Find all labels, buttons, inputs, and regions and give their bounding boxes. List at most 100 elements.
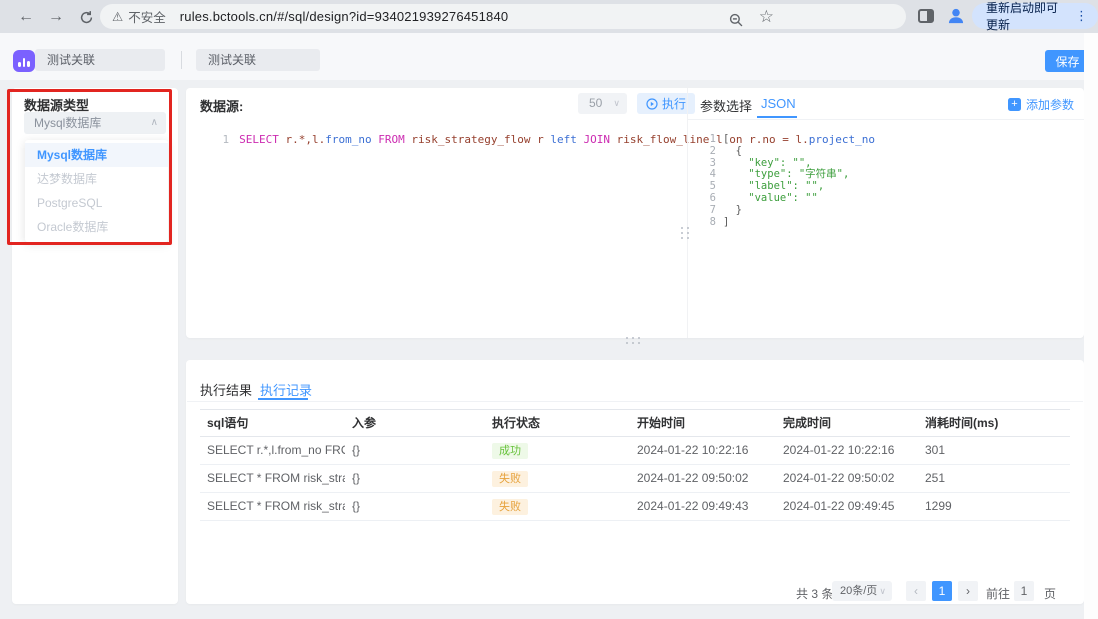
sql-token: from_no bbox=[325, 133, 371, 146]
table-row: SELECT * FROM risk_strateg… {} 失败 2024-0… bbox=[200, 465, 1070, 493]
plus-icon: + bbox=[1008, 98, 1021, 111]
sql-token: r.*,l. bbox=[285, 133, 325, 146]
url-text[interactable]: rules.bctools.cn/#/sql/design?id=9340219… bbox=[180, 9, 509, 24]
tab-execution-result[interactable]: 执行结果 bbox=[200, 380, 252, 399]
side-panel-icon[interactable] bbox=[918, 9, 934, 23]
datasource-label: 数据源: bbox=[200, 96, 243, 115]
page-size-select[interactable]: 20条/页 ∨ bbox=[832, 581, 892, 601]
table-row: SELECT r.*,l.from_no FROM r… {} 成功 2024-… bbox=[200, 437, 1070, 465]
browser-toolbar: ← → ⚠ 不安全 rules.bctools.cn/#/sql/design?… bbox=[0, 0, 1098, 33]
play-circle-icon bbox=[646, 98, 658, 110]
profile-avatar[interactable] bbox=[946, 6, 966, 31]
datasource-dropdown: Mysql数据库 达梦数据库 PostgreSQL Oracle数据库 bbox=[25, 140, 168, 242]
panel-splitter bbox=[687, 88, 688, 338]
cell-cost: 1299 bbox=[918, 493, 1070, 520]
tab-param-select[interactable]: 参数选择 bbox=[700, 96, 752, 115]
sql-token: FROM bbox=[372, 133, 412, 146]
add-param-label: 添加参数 bbox=[1026, 96, 1074, 113]
cell-params: {} bbox=[345, 465, 485, 492]
col-end: 完成时间 bbox=[776, 410, 918, 436]
status-badge: 失败 bbox=[492, 499, 528, 515]
status-badge: 失败 bbox=[492, 471, 528, 487]
vertical-resize-handle[interactable] bbox=[681, 227, 689, 239]
flow-name-input-2[interactable]: 测试关联 bbox=[196, 49, 320, 71]
flow-name-input[interactable]: 测试关联 bbox=[35, 49, 165, 71]
dropdown-option-postgresql: PostgreSQL bbox=[25, 191, 168, 215]
header-divider bbox=[181, 51, 182, 69]
tab-bar-border bbox=[688, 119, 1084, 120]
warning-icon: ⚠ bbox=[112, 9, 123, 24]
add-param-button[interactable]: + 添加参数 bbox=[1008, 96, 1074, 113]
col-params: 入参 bbox=[345, 410, 485, 436]
sql-token: SELECT bbox=[239, 133, 285, 146]
horizontal-resize-handle[interactable] bbox=[626, 337, 640, 344]
zoom-icon[interactable] bbox=[729, 13, 744, 33]
cell-start: 2024-01-22 10:22:16 bbox=[630, 437, 776, 464]
cell-cost: 251 bbox=[918, 465, 1070, 492]
sql-token: risk_strategy_flow r bbox=[411, 133, 550, 146]
col-start: 开始时间 bbox=[630, 410, 776, 436]
prev-page-button[interactable]: ‹ bbox=[906, 581, 926, 601]
cell-end: 2024-01-22 09:50:02 bbox=[776, 465, 918, 492]
line-number: 1 bbox=[223, 133, 230, 146]
goto-label: 前往 bbox=[986, 585, 1010, 602]
json-line-text: ] bbox=[723, 217, 729, 229]
screenshot-root: ← → ⚠ 不安全 rules.bctools.cn/#/sql/design?… bbox=[0, 0, 1098, 619]
pagination-total: 共 3 条 bbox=[796, 585, 833, 602]
side-panel-fill bbox=[927, 11, 932, 21]
json-line-number: 7 bbox=[700, 205, 716, 217]
scrollbar-track[interactable] bbox=[1084, 33, 1098, 619]
goto-page-input[interactable]: 1 bbox=[1014, 581, 1034, 601]
reload-icon[interactable] bbox=[74, 5, 98, 29]
chevron-up-icon: ∧ bbox=[151, 112, 158, 134]
app-logo-icon bbox=[13, 50, 35, 72]
json-line-number: 8 bbox=[700, 217, 716, 229]
cell-sql: SELECT r.*,l.from_no FROM r… bbox=[200, 437, 345, 464]
current-page-button[interactable]: 1 bbox=[932, 581, 952, 601]
cell-start: 2024-01-22 09:50:02 bbox=[630, 465, 776, 492]
json-line-number: 6 bbox=[700, 193, 716, 205]
cell-end: 2024-01-22 09:49:45 bbox=[776, 493, 918, 520]
datasource-select[interactable]: Mysql数据库 ∧ bbox=[24, 112, 166, 134]
cell-sql: SELECT * FROM risk_strateg… bbox=[200, 465, 345, 492]
row-limit-value: 50 bbox=[589, 96, 602, 110]
table-row: SELECT * FROM risk_strateg… {} 失败 2024-0… bbox=[200, 493, 1070, 521]
back-icon[interactable]: ← bbox=[14, 5, 38, 29]
result-tab-bar-border bbox=[187, 401, 1083, 402]
sql-token: left bbox=[550, 133, 583, 146]
page-size-value: 20条/页 bbox=[840, 585, 877, 597]
relaunch-update-button[interactable]: 重新启动即可更新 ⋮ bbox=[972, 3, 1098, 29]
row-limit-select[interactable]: 50 ∨ bbox=[578, 93, 627, 114]
dropdown-option-oracle: Oracle数据库 bbox=[25, 215, 168, 239]
bookmark-star-icon[interactable]: ☆ bbox=[759, 7, 774, 27]
reload-glyph bbox=[79, 10, 94, 25]
execution-history-table: sql语句 入参 执行状态 开始时间 完成时间 消耗时间(ms) SELECT … bbox=[200, 409, 1070, 521]
tab-json[interactable]: JSON bbox=[761, 96, 796, 111]
status-badge: 成功 bbox=[492, 443, 528, 459]
sql-token: JOIN bbox=[584, 133, 617, 146]
page-unit-label: 页 bbox=[1044, 585, 1056, 602]
execute-label: 执行 bbox=[662, 95, 686, 112]
tab-execution-history[interactable]: 执行记录 bbox=[260, 380, 312, 399]
cell-sql: SELECT * FROM risk_strateg… bbox=[200, 493, 345, 520]
menu-dots-icon[interactable]: ⋮ bbox=[1071, 8, 1092, 24]
json-line-text: } bbox=[723, 205, 742, 217]
next-page-button[interactable]: › bbox=[958, 581, 978, 601]
table-header-row: sql语句 入参 执行状态 开始时间 完成时间 消耗时间(ms) bbox=[200, 409, 1070, 437]
cell-end: 2024-01-22 10:22:16 bbox=[776, 437, 918, 464]
col-sql: sql语句 bbox=[200, 410, 345, 436]
cell-cost: 301 bbox=[918, 437, 1070, 464]
security-warning[interactable]: ⚠ 不安全 bbox=[112, 7, 166, 26]
forward-icon[interactable]: → bbox=[44, 5, 68, 29]
url-bar[interactable]: ⚠ 不安全 rules.bctools.cn/#/sql/design?id=9… bbox=[100, 4, 906, 29]
tab-json-underline bbox=[757, 116, 797, 118]
cell-params: {} bbox=[345, 437, 485, 464]
col-status: 执行状态 bbox=[485, 410, 630, 436]
json-line-number: 2 bbox=[700, 146, 716, 158]
security-label: 不安全 bbox=[128, 7, 166, 26]
dropdown-option-mysql[interactable]: Mysql数据库 bbox=[25, 143, 168, 167]
json-param-editor[interactable]: 1[ 2 { 3 "key": "", 4 "type": "字符串", 5 "… bbox=[700, 134, 1070, 228]
json-line-text: { bbox=[723, 146, 742, 158]
tab-history-underline bbox=[258, 398, 308, 400]
datasource-select-value: Mysql数据库 bbox=[34, 116, 101, 130]
